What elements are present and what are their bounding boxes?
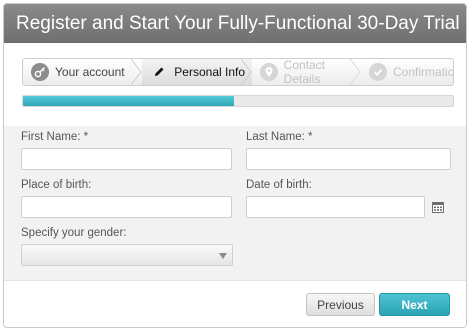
step-contact-details[interactable]: Contact Details — [252, 59, 361, 85]
previous-button[interactable]: Previous — [306, 293, 375, 316]
step-label: Confirmation — [393, 65, 454, 79]
key-icon — [31, 63, 49, 81]
step-your-account[interactable]: Your account — [23, 59, 142, 85]
date-of-birth-label: Date of birth: — [246, 179, 312, 191]
first-name-input[interactable] — [21, 148, 232, 170]
chevron-down-icon — [219, 253, 227, 259]
pencil-icon — [150, 63, 168, 81]
wizard-area: Your account Personal Info Contact Detai… — [4, 43, 466, 126]
step-label: Personal Info — [174, 65, 246, 79]
date-of-birth-input[interactable] — [246, 196, 425, 218]
personal-info-form: First Name: * Last Name: * Place of birt… — [4, 126, 466, 280]
step-label: Your account — [55, 65, 125, 79]
place-of-birth-input[interactable] — [21, 196, 232, 218]
last-name-input[interactable] — [246, 148, 451, 170]
place-of-birth-label: Place of birth: — [21, 179, 92, 191]
gender-label: Specify your gender: — [21, 227, 127, 239]
wizard-footer: Previous Next — [4, 280, 466, 327]
registration-panel: Register and Start Your Fully-Functional… — [3, 3, 467, 328]
first-name-label: First Name: * — [21, 131, 89, 143]
last-name-label: Last Name: * — [246, 131, 313, 143]
step-personal-info[interactable]: Personal Info — [142, 59, 252, 85]
page-title: Register and Start Your Fully-Functional… — [4, 4, 466, 43]
step-confirmation[interactable]: Confirmation — [361, 59, 453, 85]
progress-fill — [23, 96, 234, 106]
calendar-icon[interactable] — [432, 201, 444, 213]
next-button[interactable]: Next — [379, 293, 450, 316]
gender-select[interactable] — [21, 244, 233, 266]
wizard-progress-bar — [22, 95, 454, 107]
location-pin-icon — [259, 63, 278, 81]
checkmark-icon — [369, 63, 388, 81]
wizard-steps: Your account Personal Info Contact Detai… — [22, 58, 454, 86]
